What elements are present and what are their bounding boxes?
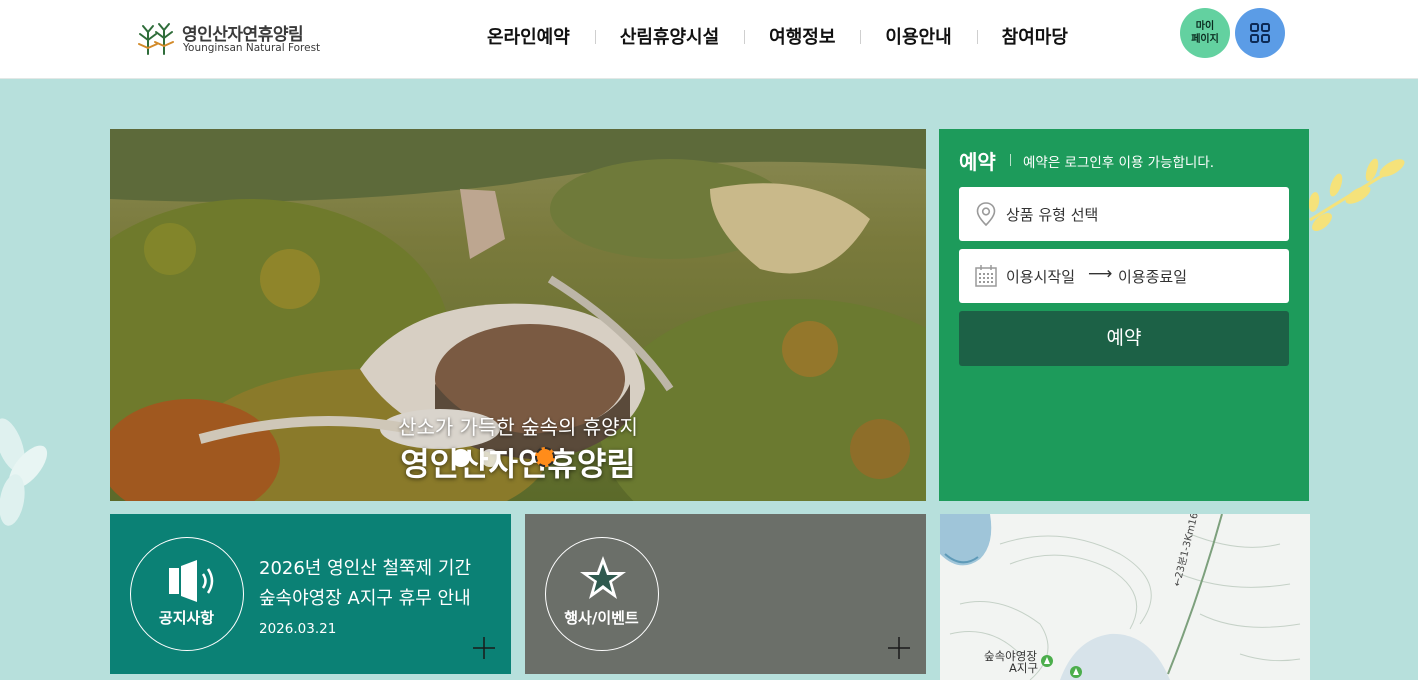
date-arrow-icon: ⟶ [1088, 264, 1113, 284]
event-more-plus-icon[interactable] [887, 636, 911, 660]
notice-date: 2026.03.21 [259, 621, 337, 637]
reservation-title: 예약 [959, 150, 996, 174]
main-nav: 온라인예약 산림휴양시설 여행정보 이용안내 참여마당 [462, 22, 1093, 50]
mypage-label: 마이 페이지 [1191, 20, 1219, 46]
event-card[interactable]: 행사/이벤트 [525, 514, 926, 674]
notice-circle: 공지사항 [130, 537, 244, 651]
date-start-field[interactable]: 이용시작일 [1006, 266, 1075, 287]
site-logo[interactable]: 영인산자연휴양림 Younginsan Natural Forest [136, 18, 326, 60]
notice-title-line2[interactable]: 숲속야영장 A지구 휴무 안내 [259, 584, 471, 610]
nav-item-travel-info[interactable]: 여행정보 [744, 23, 860, 49]
grid-icon [1250, 23, 1270, 43]
hero-title: 영인산자연휴양림 [400, 445, 636, 483]
mypage-button[interactable]: 마이 페이지 [1180, 8, 1230, 58]
hero-subtitle: 산소가 가득한 숲속의 휴양지 [398, 415, 638, 439]
forest-logo-icon [138, 23, 174, 55]
notice-card[interactable]: 공지사항 2026년 영인산 철쭉제 기간 숲속야영장 A지구 휴무 안내 20… [110, 514, 511, 674]
calendar-icon [975, 265, 997, 287]
reservation-panel: 예약 예약은 로그인후 이용 가능합니다. 상품 유형 선택 이용시작일 ⟶ 이… [939, 129, 1309, 501]
notice-more-plus-icon[interactable] [472, 636, 496, 660]
slide-dot-1[interactable] [452, 449, 470, 467]
reservation-note: 예약은 로그인후 이용 가능합니다. [1023, 155, 1215, 171]
facility-map[interactable]: 숲속야영장 A지구 ←23분1-3Km16분→ [940, 514, 1310, 680]
decorative-flower-icon [0, 418, 48, 526]
star-icon [580, 556, 626, 599]
nav-item-usage-guide[interactable]: 이용안내 [860, 23, 976, 49]
decorative-leaf-branch-icon [1308, 158, 1405, 231]
logo-name-english: Younginsan Natural Forest [183, 42, 321, 54]
event-circle: 행사/이벤트 [545, 537, 659, 651]
date-end-field[interactable]: 이용종료일 [1118, 266, 1187, 287]
mypage-label-line2: 페이지 [1191, 34, 1219, 45]
notice-title-line1[interactable]: 2026년 영인산 철쭉제 기간 [259, 554, 471, 580]
location-pin-icon [976, 202, 996, 227]
reserve-submit-button[interactable]: 예약 [959, 311, 1289, 366]
site-header: 영인산자연휴양림 Younginsan Natural Forest 온라인예약… [0, 0, 1418, 79]
map-label-zone-a: A지구 [1009, 661, 1039, 675]
event-label: 행사/이벤트 [564, 609, 639, 627]
nav-item-community[interactable]: 참여마당 [976, 23, 1093, 49]
reservation-divider [1010, 154, 1011, 166]
mypage-label-line1: 마이 [1195, 21, 1215, 32]
all-menu-button[interactable] [1235, 8, 1285, 58]
nav-item-online-reservation[interactable]: 온라인예약 [462, 23, 595, 49]
slide-dot-3-active[interactable] [535, 447, 555, 467]
slide-dot-2[interactable] [481, 449, 499, 467]
hero-slider[interactable]: 산소가 가득한 숲속의 휴양지 영인산자연휴양림 [110, 129, 926, 501]
notice-label: 공지사항 [158, 609, 215, 627]
megaphone-icon [169, 560, 214, 602]
nav-item-facilities[interactable]: 산림휴양시설 [594, 23, 744, 49]
product-type-placeholder: 상품 유형 선택 [1006, 206, 1099, 224]
date-range-picker[interactable]: 이용시작일 ⟶ 이용종료일 [959, 249, 1289, 303]
product-type-select[interactable]: 상품 유형 선택 [959, 187, 1289, 241]
